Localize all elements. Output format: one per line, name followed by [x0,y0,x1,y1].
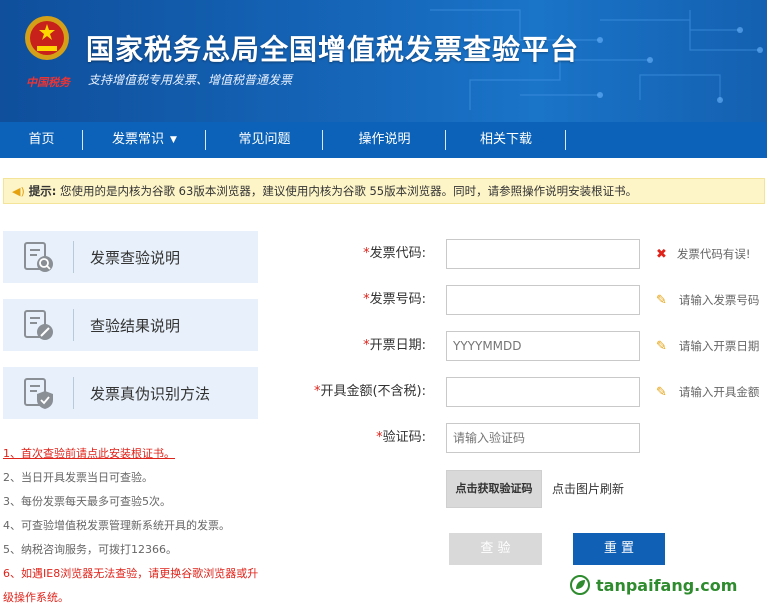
list-item: 6、如遇IE8浏览器无法查验，请更换谷歌浏览器或升 [3,567,259,580]
main-nav: 首页 发票常识 ▼ 常见问题 操作说明 相关下载 [0,122,767,158]
edit-doc-icon [24,310,53,340]
notice-prefix: 提示: [28,184,57,198]
invoice-amount-label-text: 开具金额(不含税): [320,384,426,399]
close-icon: ✖ [656,247,667,262]
captcha-image[interactable]: 点击获取验证码 [446,470,542,508]
nav-invoice-knowledge-label: 发票常识 [112,132,165,147]
site-subtitle: 支持增值税专用发票、增值税普通发票 [88,73,293,87]
nav-instructions-label: 操作说明 [358,132,411,147]
invoice-date-input[interactable] [446,331,640,361]
invoice-date-hint-text: 请输入开票日期 [678,339,760,353]
invoice-number-label-text: 发票号码: [369,292,426,307]
list-item: 1、首次查验前请点此安装根证书。 [3,442,293,466]
notes-list: 1、首次查验前请点此安装根证书。 2、当日开具发票当日可查验。 3、每份发票每天… [3,442,293,604]
captcha-label: *验证码: [300,423,426,453]
invoice-date-label: *开票日期: [300,331,426,361]
chevron-down-icon: ▼ [170,135,177,145]
invoice-code-label-text: 发票代码: [369,246,426,261]
card-check-guide[interactable]: 发票查验说明 [3,231,258,283]
pencil-icon: ✎ [656,385,667,400]
invoice-number-label: *发票号码: [300,285,426,315]
pencil-icon: ✎ [656,293,667,308]
nav-downloads[interactable]: 相关下载 [446,122,566,158]
card-result-guide[interactable]: 查验结果说明 [3,299,258,351]
emblem-caption: 中国税务 [26,76,70,89]
invoice-code-input[interactable] [446,239,640,269]
search-doc-icon [24,242,53,272]
captcha-label-text: 验证码: [382,430,426,445]
invoice-code-hint-text: 发票代码有误! [676,247,751,261]
notice-bar: ◀) 提示: 您使用的是内核为谷歌 63版本浏览器，建议使用内核为谷歌 55版本浏… [3,178,765,204]
invoice-code-label: *发票代码: [300,239,426,269]
site-title: 国家税务总局全国增值税发票查验平台 [86,33,580,66]
card-authenticity-guide[interactable]: 发票真伪识别方法 [3,367,258,419]
invoice-amount-hint-text: 请输入开具金额 [678,385,760,399]
list-item: 级操作系统。 [3,591,69,604]
nav-faq-label: 常见问题 [238,132,291,147]
pencil-icon: ✎ [656,339,667,354]
nav-faq[interactable]: 常见问题 [206,122,323,158]
list-item: 2、当日开具发票当日可查验。 [3,471,153,484]
notice-text: 您使用的是内核为谷歌 63版本浏览器，建议使用内核为谷歌 55版本浏览器。同时，… [60,184,638,198]
nav-invoice-knowledge[interactable]: 发票常识 ▼ [83,122,206,158]
card-divider [73,309,74,341]
card-divider [73,377,74,409]
leaf-logo-icon [570,575,590,595]
invoice-code-hint: ✖ 发票代码有误! [656,239,751,269]
captcha-input[interactable] [446,423,640,453]
speaker-icon: ◀) [12,185,25,198]
list-item: 5、纳税咨询服务，可拨打12366。 [3,543,177,556]
list-item: 4、可查验增值税发票管理新系统开具的发票。 [3,519,230,532]
install-cert-link[interactable]: 1、首次查验前请点此安装根证书。 [3,447,175,460]
card-divider [73,241,74,273]
card-label: 查验结果说明 [90,317,181,335]
card-label: 发票真伪识别方法 [90,385,211,403]
nav-downloads-label: 相关下载 [479,132,532,147]
nav-home-label: 首页 [28,132,55,147]
invoice-amount-input[interactable] [446,377,640,407]
invoice-amount-label: *开具金额(不含税): [300,377,426,407]
invoice-number-hint-text: 请输入发票号码 [678,293,760,307]
card-label: 发票查验说明 [90,249,181,267]
invoice-amount-hint: ✎ 请输入开具金额 [656,377,759,407]
invoice-number-hint: ✎ 请输入发票号码 [656,285,759,315]
invoice-number-input[interactable] [446,285,640,315]
header-banner: 中国税务 国家税务总局全国增值税发票查验平台 支持增值税专用发票、增值税普通发票 [0,0,767,122]
tax-emblem-icon [25,16,69,60]
shield-doc-icon [24,378,53,409]
nav-instructions[interactable]: 操作说明 [323,122,446,158]
captcha-refresh-text: 点击图片刷新 [552,482,625,496]
list-item: 3、每份发票每天最多可查验5次。 [3,495,171,508]
watermark-text: tanpaifang.com [596,575,738,595]
invoice-date-hint: ✎ 请输入开票日期 [656,331,759,361]
invoice-date-label-text: 开票日期: [369,338,426,353]
nav-home[interactable]: 首页 [0,122,83,158]
watermark: tanpaifang.com [570,574,737,596]
reset-button[interactable]: 重 置 [573,533,665,565]
check-button[interactable]: 查 验 [449,533,542,565]
